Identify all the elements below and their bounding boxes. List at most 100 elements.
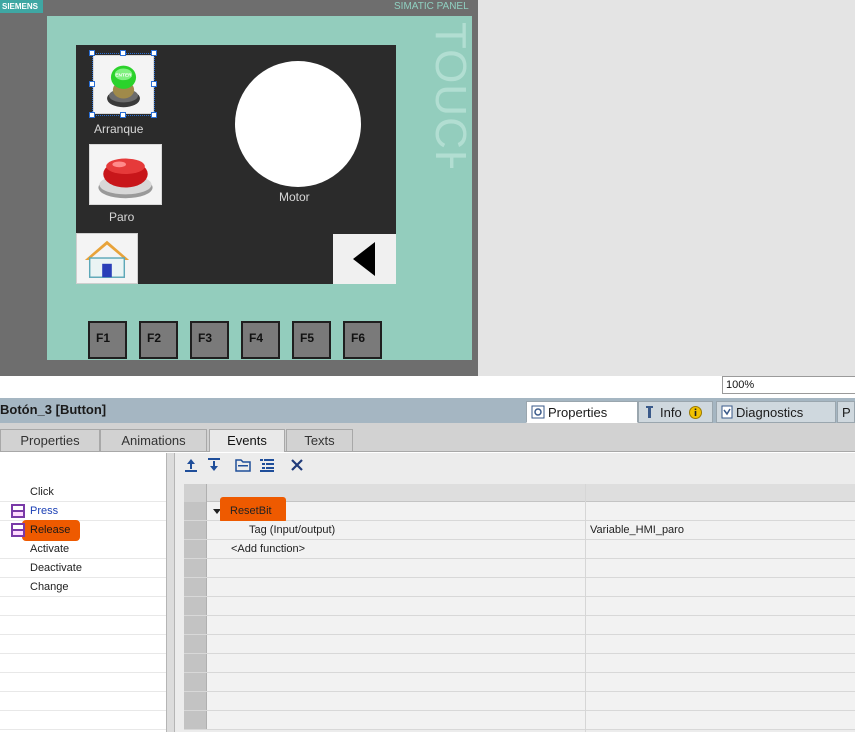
event-label: Release <box>30 524 71 536</box>
hmi-screen: ENTER Arranque Paro Motor <box>76 45 396 284</box>
list-icon[interactable] <box>259 457 275 473</box>
tab-diagnostics[interactable]: Diagnostics <box>716 401 836 423</box>
panel-model-label: SIMATIC PANEL <box>394 1 469 12</box>
info-badge-icon <box>689 406 703 419</box>
event-label: Deactivate <box>30 562 82 574</box>
inspector-title: Botón_3 [Button] <box>0 402 107 417</box>
event-label: Click <box>30 486 54 498</box>
tab-info-label: Info <box>660 405 682 420</box>
parameter-row[interactable]: Tag (Input/output) Variable_HMI_paro <box>184 521 855 540</box>
row-header <box>184 635 207 653</box>
resize-handle[interactable] <box>89 81 95 87</box>
event-label: Activate <box>30 543 70 555</box>
home-button[interactable] <box>76 233 138 284</box>
parameter-name: Tag (Input/output) <box>249 524 336 536</box>
event-row-empty <box>0 616 166 635</box>
panel-splitter[interactable] <box>166 453 175 732</box>
row-header <box>184 540 207 558</box>
function-list-icon <box>11 523 25 537</box>
function-key-f1[interactable]: F1 <box>88 321 127 359</box>
properties-icon <box>531 405 545 419</box>
event-item-activate[interactable]: Activate <box>0 540 166 559</box>
folder-icon[interactable] <box>235 457 251 473</box>
touch-text: TOUCH <box>428 22 475 168</box>
start-label: Arranque <box>94 122 144 136</box>
event-row-empty <box>0 654 166 673</box>
event-item-click[interactable]: Click <box>0 483 166 502</box>
resize-handle[interactable] <box>151 50 157 56</box>
event-item-deactivate[interactable]: Deactivate <box>0 559 166 578</box>
row-header <box>184 502 207 520</box>
function-key-f3[interactable]: F3 <box>190 321 229 359</box>
row-header <box>184 692 207 710</box>
subtab-texts[interactable]: Texts <box>286 429 353 451</box>
move-down-icon[interactable] <box>206 457 222 473</box>
parameter-value[interactable]: Variable_HMI_paro <box>590 524 684 536</box>
row-header <box>184 673 207 691</box>
grid-row-empty <box>184 559 855 578</box>
event-row-empty <box>0 597 166 616</box>
resize-handle[interactable] <box>151 81 157 87</box>
grid-row-empty <box>184 711 855 730</box>
event-label: Press <box>30 505 59 517</box>
resize-handle[interactable] <box>151 112 157 118</box>
function-key-f2[interactable]: F2 <box>139 321 178 359</box>
event-row-empty <box>0 711 166 730</box>
add-function-row[interactable]: <Add function> <box>184 540 855 559</box>
diagnostics-icon <box>721 405 733 419</box>
resize-handle[interactable] <box>89 112 95 118</box>
row-header <box>184 654 207 672</box>
grid-row-empty <box>184 597 855 616</box>
stop-label: Paro <box>109 210 135 224</box>
grid-row-empty <box>184 654 855 673</box>
event-list: Click Press Release Activate Deactivate … <box>0 453 166 732</box>
function-key-f5[interactable]: F5 <box>292 321 331 359</box>
row-header <box>184 484 207 502</box>
stop-button[interactable] <box>89 144 162 205</box>
event-row-empty <box>0 692 166 711</box>
tab-properties[interactable]: Properties <box>526 401 638 423</box>
row-header <box>184 578 207 596</box>
back-button[interactable] <box>333 234 396 284</box>
zoom-field[interactable]: 100% <box>722 376 855 394</box>
delete-icon[interactable] <box>289 457 305 473</box>
grid-row-empty <box>184 692 855 711</box>
event-item-press[interactable]: Press <box>0 502 166 521</box>
motor-label: Motor <box>279 190 310 204</box>
touch-label: TOUCH <box>426 22 476 183</box>
subtab-animations[interactable]: Animations <box>100 429 207 451</box>
subtab-events[interactable]: Events <box>209 429 285 452</box>
row-header <box>184 521 207 539</box>
selection-frame <box>92 53 155 116</box>
row-header <box>184 597 207 615</box>
resize-handle[interactable] <box>89 50 95 56</box>
event-item-change[interactable]: Change <box>0 578 166 597</box>
grid-row-empty <box>184 578 855 597</box>
function-key-f6[interactable]: F6 <box>343 321 382 359</box>
column-divider <box>585 484 586 732</box>
motor-indicator <box>235 61 361 187</box>
subtab-properties[interactable]: Properties <box>0 429 100 451</box>
add-function-label[interactable]: <Add function> <box>231 543 305 555</box>
event-label: Change <box>30 581 69 593</box>
event-row-empty <box>0 673 166 692</box>
event-row-empty <box>0 635 166 654</box>
grid-row-empty <box>184 673 855 692</box>
row-header <box>184 711 207 729</box>
tab-diagnostics-label: Diagnostics <box>736 405 804 420</box>
function-key-f4[interactable]: F4 <box>241 321 280 359</box>
resize-handle[interactable] <box>120 112 126 118</box>
tab-overflow[interactable]: P <box>837 401 855 423</box>
row-header <box>184 559 207 577</box>
function-name: ResetBit <box>230 505 272 517</box>
function-list-icon <box>11 504 25 518</box>
event-item-release[interactable]: Release <box>0 521 166 540</box>
move-up-icon[interactable] <box>183 457 199 473</box>
function-row[interactable]: ResetBit <box>184 497 855 523</box>
tab-info[interactable]: Info <box>638 401 713 423</box>
resize-handle[interactable] <box>120 50 126 56</box>
tab-properties-label: Properties <box>548 405 608 420</box>
row-header <box>184 616 207 634</box>
grid-row-empty <box>184 616 855 635</box>
home-icon <box>84 240 130 278</box>
